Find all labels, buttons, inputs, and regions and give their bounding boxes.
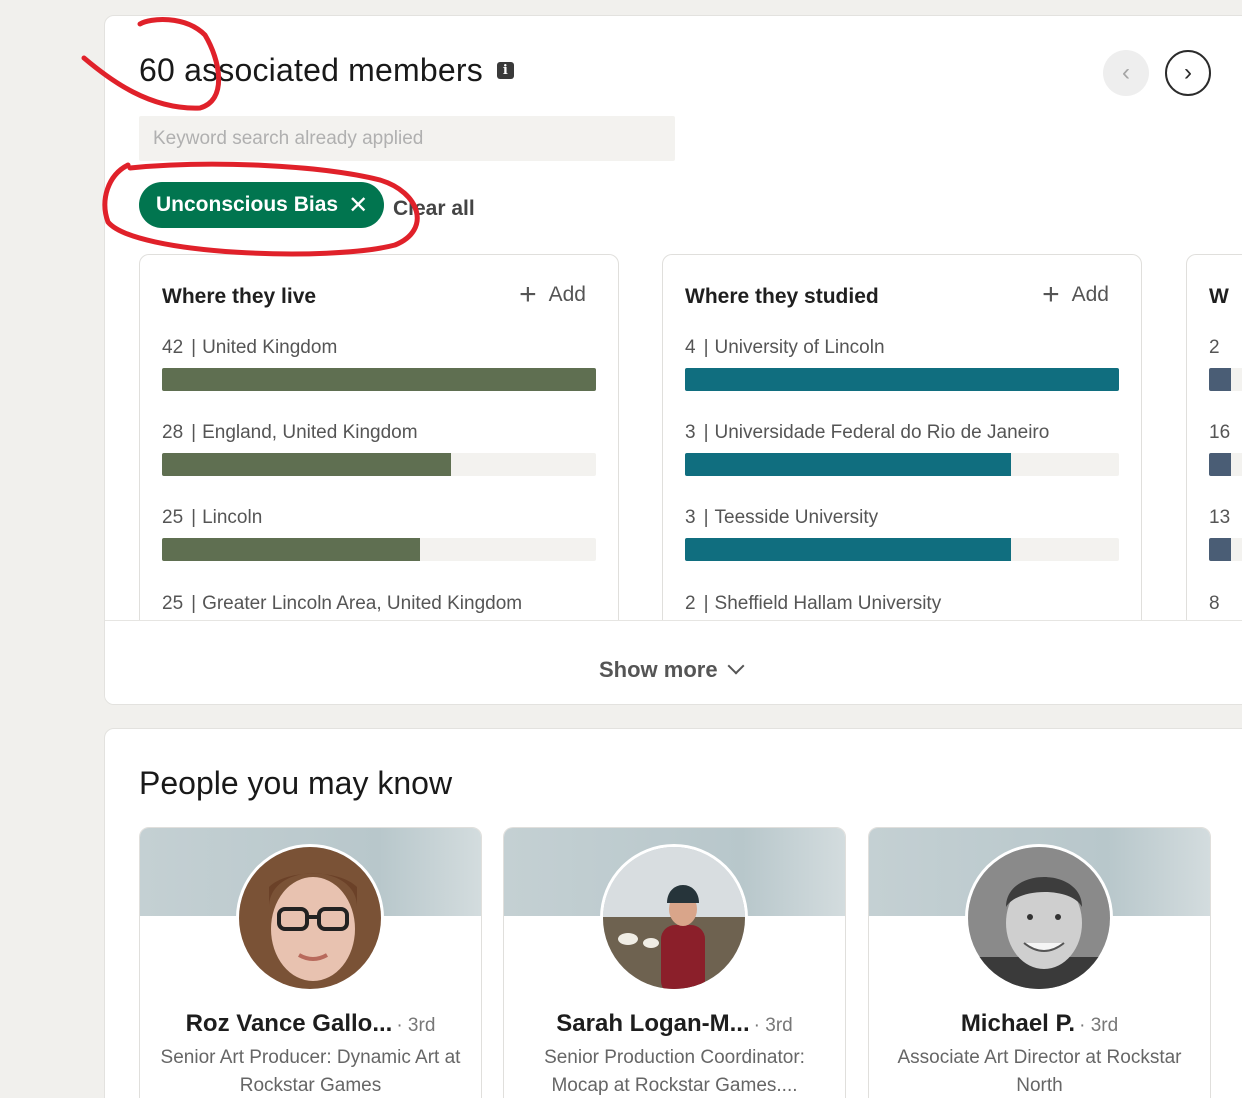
bar-track [685,453,1119,476]
add-location-button[interactable]: + Add [519,278,586,311]
add-label: Add [548,283,586,306]
chevron-left-icon: ‹ [1122,59,1130,86]
bar-fill [162,538,421,561]
bar-track [685,538,1119,561]
person-card[interactable]: Michael P. · 3rd Associate Art Director a… [868,827,1211,1098]
row-count: 16 [1209,422,1231,443]
row-label: Lincoln [202,507,263,528]
row-count: 28 [162,422,184,443]
facet-title: Where they live [162,285,317,308]
row-count: 25 [162,593,184,614]
facet-partial: W 2 16 13 8 [1186,254,1242,674]
connection-degree: · 3rd [753,1015,793,1036]
close-icon[interactable]: ✕ [348,191,368,220]
people-you-may-know-card: People you may know Roz Vance Gallo... · … [104,728,1242,1098]
bar-track [162,453,596,476]
bar-fill [1209,538,1231,561]
row-count: 25 [162,507,184,528]
row-count: 42 [162,337,184,358]
chevron-down-icon [727,657,745,675]
facet-row[interactable]: 16 [1209,422,1242,476]
bar-fill [685,538,1011,561]
bar-fill [1209,368,1231,391]
show-more-bar: Show more [105,620,1242,704]
next-arrow-button[interactable]: › [1165,50,1211,96]
person-headline: Associate Art Director at Rockstar North [897,1047,1182,1096]
filter-pill-label: Unconscious Bias [156,193,339,216]
row-count: 3 [685,422,696,443]
facet-row[interactable]: 13 [1209,507,1242,561]
facet-row[interactable]: 2 [1209,337,1242,391]
facet-where-they-live: Where they live + Add 42 | United Kingdom … [139,254,619,674]
connection-degree: · 3rd [1079,1015,1119,1036]
facet-row[interactable]: 3 | Teesside University [685,507,1119,561]
facet-where-they-studied: Where they studied + Add 4 | University of… [662,254,1142,674]
bar-track [685,368,1119,391]
show-more-button[interactable]: Show more [599,657,745,683]
facet-row[interactable]: 42 | United Kingdom [162,337,596,391]
row-count: 4 [685,337,696,358]
row-label: England, United Kingdom [202,422,418,443]
connection-degree: · 3rd [396,1015,436,1036]
facet-title: W [1209,285,1229,308]
row-label: University of Lincoln [714,337,885,358]
row-label: Teesside University [714,507,879,528]
members-count-text: 60 associated members [139,52,483,88]
bar-track [162,538,596,561]
facet-row[interactable]: 25 | Lincoln [162,507,596,561]
person-headline: Senior Art Producer: Dynamic Art at Rock… [160,1047,461,1096]
filter-pill-unconscious-bias[interactable]: Unconscious Bias ✕ [139,182,385,228]
add-label: Add [1071,283,1109,306]
person-card[interactable]: Sarah Logan-M... · 3rd Senior Production … [503,827,846,1098]
add-school-button[interactable]: + Add [1042,278,1109,311]
clear-all-button[interactable]: Clear all [393,197,475,221]
row-label: Greater Lincoln Area, United Kingdom [202,593,523,614]
bar-fill [1209,453,1231,476]
person-name: Sarah Logan-M... [556,1010,750,1037]
bar-track [1209,368,1242,391]
info-icon[interactable]: i [496,62,514,79]
avatar[interactable] [965,844,1113,992]
person-headline: Senior Production Coordinator: Mocap at … [544,1047,805,1096]
row-count: 2 [1209,337,1220,358]
row-count: 2 [685,593,696,614]
row-count: 13 [1209,507,1231,528]
chevron-right-icon: › [1184,59,1192,86]
facet-row[interactable]: 4 | University of Lincoln [685,337,1119,391]
row-label: United Kingdom [202,337,338,358]
facet-row[interactable]: 28 | England, United Kingdom [162,422,596,476]
avatar[interactable] [236,844,384,992]
bar-fill [685,453,1011,476]
bar-fill [685,368,1119,391]
facet-row[interactable]: 3 | Universidade Federal do Rio de Janeiro [685,422,1119,476]
bar-fill [162,368,596,391]
avatar[interactable] [600,844,748,992]
row-label: Sheffield Hallam University [714,593,942,614]
row-count: 3 [685,507,696,528]
associated-members-card: 60 associated members i ‹ › Unconscious … [104,15,1242,705]
row-label: Universidade Federal do Rio de Janeiro [714,422,1050,443]
person-name-line[interactable]: Michael P. · 3rd [869,1010,1210,1038]
facet-row[interactable]: 8 [1209,593,1242,615]
previous-arrow-button[interactable]: ‹ [1103,50,1149,96]
show-more-label: Show more [599,657,718,682]
keyword-search-input[interactable] [139,116,675,161]
plus-icon: + [1042,278,1060,311]
members-count-title: 60 associated members i [139,52,514,89]
facet-title: Where they studied [685,285,879,308]
section-title: People you may know [139,765,453,801]
person-card[interactable]: Roz Vance Gallo... · 3rd Senior Art Produ… [139,827,482,1098]
person-name-line[interactable]: Sarah Logan-M... · 3rd [504,1010,845,1038]
plus-icon: + [519,278,537,311]
bar-track [1209,453,1242,476]
person-name: Roz Vance Gallo... [185,1010,393,1037]
bar-track [1209,538,1242,561]
person-name-line[interactable]: Roz Vance Gallo... · 3rd [140,1010,481,1038]
bar-track [162,368,596,391]
bar-fill [162,453,452,476]
row-count: 8 [1209,593,1220,614]
person-name: Michael P. [960,1010,1076,1037]
